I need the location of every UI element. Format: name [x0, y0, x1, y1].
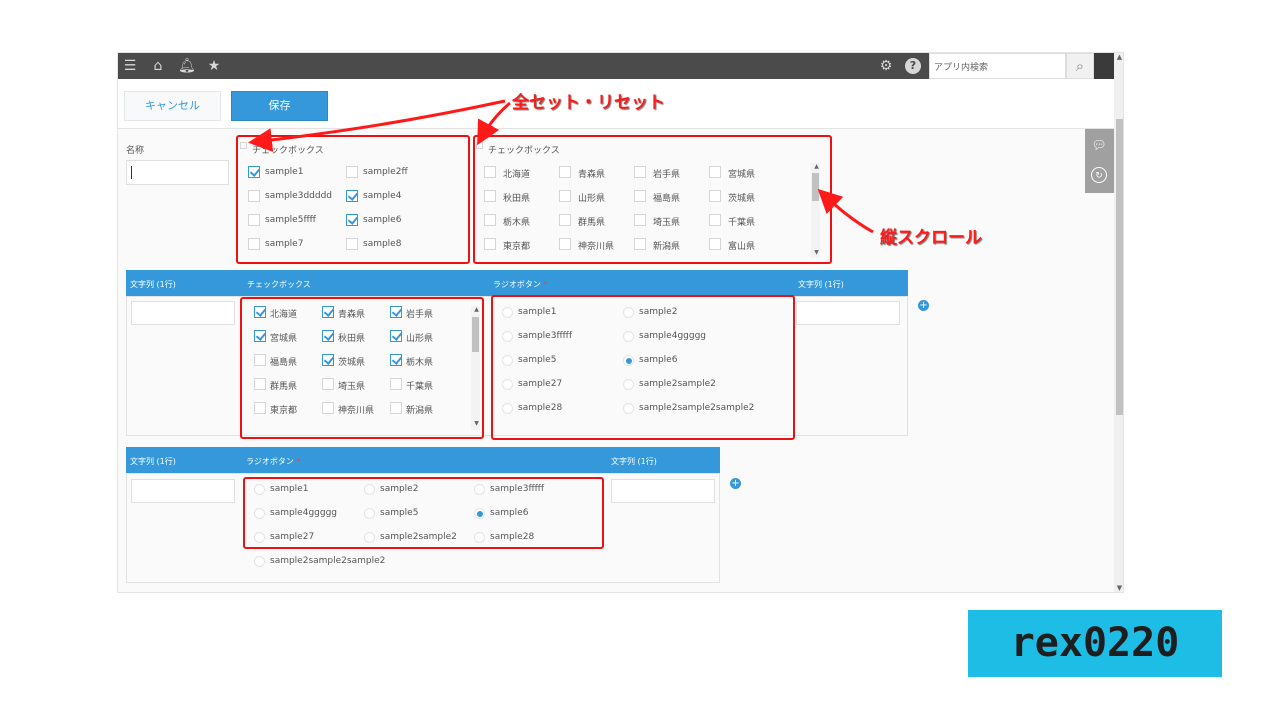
watermark-badge: rex0220 — [968, 610, 1222, 677]
annotation-vertical-scroll: 縦スクロール — [880, 228, 982, 248]
arrow-to-cb2-toggle — [477, 101, 511, 146]
arrow-to-vertical-scroll — [817, 188, 874, 234]
arrow-to-cb1-toggle — [248, 99, 506, 152]
watermark-text: rex0220 — [1010, 620, 1180, 666]
annotation-set-reset: 全セット・リセット — [512, 93, 665, 113]
